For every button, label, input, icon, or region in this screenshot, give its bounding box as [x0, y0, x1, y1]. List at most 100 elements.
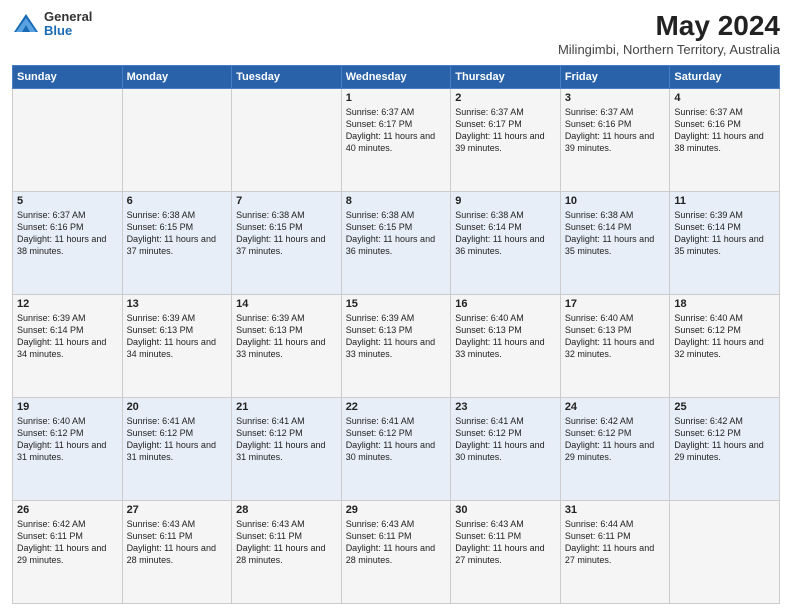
day-number: 12 [17, 298, 118, 310]
day-number: 8 [346, 195, 447, 207]
day-number: 2 [455, 92, 556, 104]
logo: General Blue [12, 10, 92, 39]
day-content: Sunrise: 6:40 AM Sunset: 6:12 PM Dayligh… [674, 312, 775, 361]
day-number: 19 [17, 401, 118, 413]
logo-blue-text: Blue [44, 24, 92, 38]
day-number: 29 [346, 504, 447, 516]
table-row: 14 Sunrise: 6:39 AM Sunset: 6:13 PM Dayli… [232, 295, 342, 398]
day-content: Sunrise: 6:37 AM Sunset: 6:16 PM Dayligh… [674, 106, 775, 155]
day-content: Sunrise: 6:38 AM Sunset: 6:14 PM Dayligh… [565, 209, 666, 258]
day-number: 20 [127, 401, 228, 413]
table-row: 13Sunrise: 6:39 AM Sunset: 6:13 PM Dayli… [122, 295, 232, 398]
day-number: 26 [17, 504, 118, 516]
table-row: 29 Sunrise: 6:43 AM Sunset: 6:11 PM Dayli… [341, 501, 451, 604]
table-row [13, 89, 123, 192]
table-row: 17 Sunrise: 6:40 AM Sunset: 6:13 PM Dayli… [560, 295, 670, 398]
day-content: Sunrise: 6:41 AM Sunset: 6:12 PM Dayligh… [455, 415, 556, 464]
table-row: 9Sunrise: 6:38 AM Sunset: 6:14 PM Daylig… [451, 192, 561, 295]
day-number: 23 [455, 401, 556, 413]
day-number: 10 [565, 195, 666, 207]
table-row: 3 Sunrise: 6:37 AM Sunset: 6:16 PM Daylig… [560, 89, 670, 192]
col-wednesday: Wednesday [341, 66, 451, 89]
table-row: 21 Sunrise: 6:41 AM Sunset: 6:12 PM Dayli… [232, 398, 342, 501]
day-content: Sunrise: 6:42 AM Sunset: 6:12 PM Dayligh… [674, 415, 775, 464]
calendar-week-row: 19 Sunrise: 6:40 AM Sunset: 6:12 PM Dayli… [13, 398, 780, 501]
table-row: 30Sunrise: 6:43 AM Sunset: 6:11 PM Dayli… [451, 501, 561, 604]
day-content: Sunrise: 6:40 AM Sunset: 6:13 PM Dayligh… [565, 312, 666, 361]
table-row: 15Sunrise: 6:39 AM Sunset: 6:13 PM Dayli… [341, 295, 451, 398]
logo-icon [12, 10, 40, 38]
col-saturday: Saturday [670, 66, 780, 89]
header: General Blue May 2024 Milingimbi, Northe… [12, 10, 780, 57]
subtitle: Milingimbi, Northern Territory, Australi… [558, 42, 780, 57]
day-content: Sunrise: 6:43 AM Sunset: 6:11 PM Dayligh… [455, 518, 556, 567]
day-number: 31 [565, 504, 666, 516]
day-number: 16 [455, 298, 556, 310]
day-content: Sunrise: 6:39 AM Sunset: 6:13 PM Dayligh… [236, 312, 337, 361]
logo-general-text: General [44, 10, 92, 24]
col-tuesday: Tuesday [232, 66, 342, 89]
calendar-header-row: Sunday Monday Tuesday Wednesday Thursday… [13, 66, 780, 89]
table-row: 1Sunrise: 6:37 AM Sunset: 6:17 PM Daylig… [341, 89, 451, 192]
col-friday: Friday [560, 66, 670, 89]
table-row: 4Sunrise: 6:37 AM Sunset: 6:16 PM Daylig… [670, 89, 780, 192]
col-sunday: Sunday [13, 66, 123, 89]
day-content: Sunrise: 6:39 AM Sunset: 6:14 PM Dayligh… [674, 209, 775, 258]
day-number: 14 [236, 298, 337, 310]
day-number: 17 [565, 298, 666, 310]
table-row: 8 Sunrise: 6:38 AM Sunset: 6:15 PM Daylig… [341, 192, 451, 295]
table-row: 6Sunrise: 6:38 AM Sunset: 6:15 PM Daylig… [122, 192, 232, 295]
calendar-week-row: 1Sunrise: 6:37 AM Sunset: 6:17 PM Daylig… [13, 89, 780, 192]
calendar-week-row: 26 Sunrise: 6:42 AM Sunset: 6:11 PM Dayli… [13, 501, 780, 604]
day-number: 28 [236, 504, 337, 516]
table-row: 7 Sunrise: 6:38 AM Sunset: 6:15 PM Daylig… [232, 192, 342, 295]
day-content: Sunrise: 6:42 AM Sunset: 6:11 PM Dayligh… [17, 518, 118, 567]
day-content: Sunrise: 6:44 AM Sunset: 6:11 PM Dayligh… [565, 518, 666, 567]
table-row: 24Sunrise: 6:42 AM Sunset: 6:12 PM Dayli… [560, 398, 670, 501]
title-block: May 2024 Milingimbi, Northern Territory,… [558, 10, 780, 57]
day-content: Sunrise: 6:41 AM Sunset: 6:12 PM Dayligh… [236, 415, 337, 464]
day-number: 5 [17, 195, 118, 207]
day-content: Sunrise: 6:37 AM Sunset: 6:16 PM Dayligh… [565, 106, 666, 155]
day-content: Sunrise: 6:37 AM Sunset: 6:16 PM Dayligh… [17, 209, 118, 258]
day-number: 21 [236, 401, 337, 413]
day-number: 3 [565, 92, 666, 104]
table-row [122, 89, 232, 192]
table-row: 19 Sunrise: 6:40 AM Sunset: 6:12 PM Dayli… [13, 398, 123, 501]
table-row: 25 Sunrise: 6:42 AM Sunset: 6:12 PM Dayli… [670, 398, 780, 501]
day-content: Sunrise: 6:38 AM Sunset: 6:15 PM Dayligh… [127, 209, 228, 258]
logo-text: General Blue [44, 10, 92, 39]
day-content: Sunrise: 6:43 AM Sunset: 6:11 PM Dayligh… [346, 518, 447, 567]
table-row: 12 Sunrise: 6:39 AM Sunset: 6:14 PM Dayli… [13, 295, 123, 398]
table-row: 10 Sunrise: 6:38 AM Sunset: 6:14 PM Dayli… [560, 192, 670, 295]
table-row: 18 Sunrise: 6:40 AM Sunset: 6:12 PM Dayli… [670, 295, 780, 398]
day-content: Sunrise: 6:38 AM Sunset: 6:15 PM Dayligh… [346, 209, 447, 258]
table-row: 16Sunrise: 6:40 AM Sunset: 6:13 PM Dayli… [451, 295, 561, 398]
day-content: Sunrise: 6:40 AM Sunset: 6:12 PM Dayligh… [17, 415, 118, 464]
day-content: Sunrise: 6:41 AM Sunset: 6:12 PM Dayligh… [346, 415, 447, 464]
calendar-table: Sunday Monday Tuesday Wednesday Thursday… [12, 65, 780, 604]
table-row: 26 Sunrise: 6:42 AM Sunset: 6:11 PM Dayli… [13, 501, 123, 604]
day-number: 27 [127, 504, 228, 516]
table-row: 5 Sunrise: 6:37 AM Sunset: 6:16 PM Daylig… [13, 192, 123, 295]
day-content: Sunrise: 6:43 AM Sunset: 6:11 PM Dayligh… [127, 518, 228, 567]
day-number: 18 [674, 298, 775, 310]
day-content: Sunrise: 6:42 AM Sunset: 6:12 PM Dayligh… [565, 415, 666, 464]
day-content: Sunrise: 6:37 AM Sunset: 6:17 PM Dayligh… [455, 106, 556, 155]
table-row: 22 Sunrise: 6:41 AM Sunset: 6:12 PM Dayli… [341, 398, 451, 501]
day-number: 25 [674, 401, 775, 413]
day-number: 22 [346, 401, 447, 413]
day-content: Sunrise: 6:38 AM Sunset: 6:14 PM Dayligh… [455, 209, 556, 258]
day-content: Sunrise: 6:37 AM Sunset: 6:17 PM Dayligh… [346, 106, 447, 155]
table-row: 23 Sunrise: 6:41 AM Sunset: 6:12 PM Dayli… [451, 398, 561, 501]
day-content: Sunrise: 6:39 AM Sunset: 6:14 PM Dayligh… [17, 312, 118, 361]
calendar-week-row: 5 Sunrise: 6:37 AM Sunset: 6:16 PM Daylig… [13, 192, 780, 295]
table-row [670, 501, 780, 604]
day-content: Sunrise: 6:41 AM Sunset: 6:12 PM Dayligh… [127, 415, 228, 464]
table-row [232, 89, 342, 192]
day-content: Sunrise: 6:38 AM Sunset: 6:15 PM Dayligh… [236, 209, 337, 258]
calendar-week-row: 12 Sunrise: 6:39 AM Sunset: 6:14 PM Dayli… [13, 295, 780, 398]
col-thursday: Thursday [451, 66, 561, 89]
table-row: 31 Sunrise: 6:44 AM Sunset: 6:11 PM Dayli… [560, 501, 670, 604]
day-number: 7 [236, 195, 337, 207]
